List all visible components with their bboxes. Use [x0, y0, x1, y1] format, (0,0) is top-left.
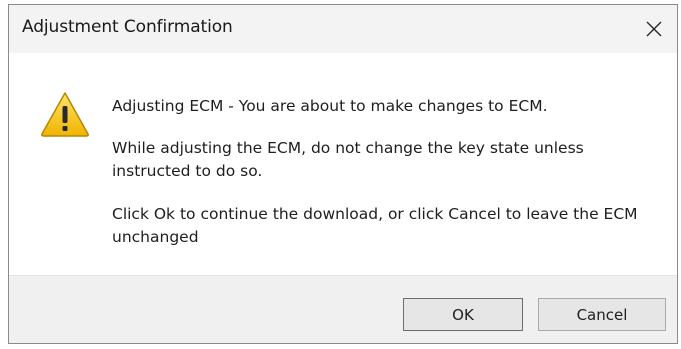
- close-icon: [646, 21, 662, 37]
- cancel-button[interactable]: Cancel: [538, 298, 666, 331]
- close-button[interactable]: [631, 5, 677, 53]
- dialog-title: Adjustment Confirmation: [22, 17, 233, 37]
- ok-button[interactable]: OK: [403, 298, 523, 331]
- message-line-2: While adjusting the ECM, do not change t…: [112, 139, 584, 180]
- warning-icon: [41, 92, 89, 137]
- adjustment-confirmation-dialog: Adjustment Confirmation Adjusting ECM - …: [8, 4, 678, 344]
- dialog-body: Adjusting ECM - You are about to make ch…: [9, 53, 677, 275]
- message-line-1: Adjusting ECM - You are about to make ch…: [112, 97, 548, 115]
- title-bar[interactable]: Adjustment Confirmation: [9, 5, 677, 53]
- button-bar: OK Cancel: [9, 275, 677, 343]
- message-line-3: Click Ok to continue the download, or cl…: [112, 205, 638, 246]
